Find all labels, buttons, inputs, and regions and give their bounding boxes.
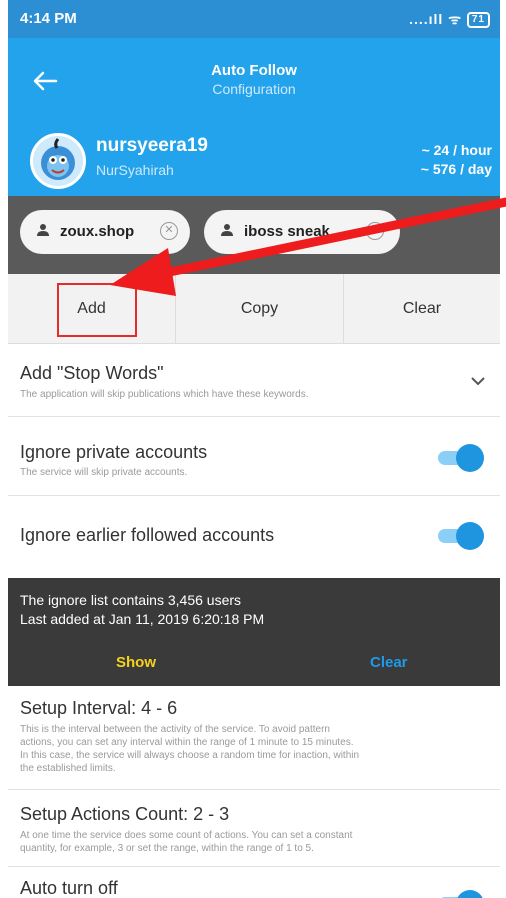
description-line: actions, you can set any interval within…: [20, 737, 354, 748]
show-ignore-list-button[interactable]: Show: [116, 654, 156, 671]
signal-icon: ....ıll: [409, 11, 444, 27]
ignore-earlier-title: Ignore earlier followed accounts: [20, 525, 275, 545]
clear-ignore-list-button[interactable]: Clear: [370, 654, 408, 671]
ignore-earlier-toggle[interactable]: [436, 522, 484, 550]
page-title: Auto Follow: [211, 62, 297, 79]
remove-chip-icon[interactable]: ✕: [366, 222, 384, 240]
ignore-private-title: Ignore private accounts: [20, 442, 208, 462]
chip-iboss-sneak[interactable]: iboss sneak ✕: [204, 210, 400, 254]
person-icon: [221, 224, 233, 236]
description-line: In this case, the service will always ch…: [20, 750, 360, 761]
stop-words-row[interactable]: Add "Stop Words" The application will sk…: [8, 345, 500, 417]
status-time: 4:14 PM: [20, 10, 77, 27]
toggle-knob: [456, 522, 484, 550]
description-line: quantity, for example, 3 or set the rang…: [20, 843, 314, 854]
description-line: This is the interval between the activit…: [20, 724, 330, 735]
chip-label: zoux.shop: [60, 223, 135, 240]
ignore-private-row: Ignore private accounts The service will…: [8, 418, 500, 496]
remove-chip-icon[interactable]: ✕: [160, 222, 178, 240]
ignore-private-toggle[interactable]: [436, 444, 484, 472]
ignore-list-last-added: Last added at Jan 11, 2019 6:20:18 PM: [20, 611, 265, 627]
source-accounts-chips: zoux.shop ✕ iboss sneak ✕: [8, 196, 500, 274]
auto-turn-off-title: Auto turn off: [20, 878, 118, 898]
toggle-knob: [456, 890, 484, 898]
rate-info: ~ 24 / hour ~ 576 / day: [421, 141, 492, 179]
status-icons: ....ıll ᯤ 71: [409, 10, 490, 29]
add-highlight-box: [57, 283, 137, 337]
description-line: At one time the service does some count …: [20, 830, 353, 841]
header-titles: Auto Follow Configuration: [8, 62, 500, 97]
wifi-icon: ᯤ: [448, 11, 467, 27]
rate-per-day: ~ 576 / day: [420, 161, 492, 177]
rate-per-hour: ~ 24 / hour: [421, 142, 492, 158]
page-subtitle: Configuration: [212, 81, 296, 97]
header: Auto Follow Configuration nursyeera19 Nu…: [8, 38, 500, 196]
setup-actions-count-title: Setup Actions Count: 2 - 3: [20, 804, 230, 824]
setup-interval-description: This is the interval between the activit…: [20, 723, 490, 775]
username: nursyeera19: [96, 135, 208, 156]
avatar[interactable]: [30, 133, 86, 189]
auto-turn-off-toggle[interactable]: [436, 890, 484, 898]
ignore-list-panel: The ignore list contains 3,456 users Las…: [8, 578, 500, 686]
app-screen: 4:14 PM ....ıll ᯤ 71 Auto Follow Configu…: [8, 0, 500, 898]
toggle-knob: [456, 444, 484, 472]
setup-actions-count-description: At one time the service does some count …: [20, 829, 490, 855]
clear-button[interactable]: Clear: [344, 274, 500, 344]
setup-actions-count-row[interactable]: Setup Actions Count: 2 - 3 At one time t…: [8, 791, 500, 867]
setup-interval-row[interactable]: Setup Interval: 4 - 6 This is the interv…: [8, 686, 500, 790]
full-name: NurSyahirah: [96, 162, 174, 178]
setup-interval-title: Setup Interval: 4 - 6: [20, 698, 178, 718]
ignore-earlier-row: Ignore earlier followed accounts: [8, 497, 500, 578]
auto-turn-off-row: Auto turn off: [8, 868, 500, 898]
description-line: the established limits.: [20, 763, 116, 774]
ignore-private-subtitle: The service will skip private accounts.: [20, 467, 188, 478]
person-icon: [37, 224, 49, 236]
ignore-list-count: The ignore list contains 3,456 users: [20, 592, 242, 608]
avatar-image: [41, 138, 75, 180]
status-bar: 4:14 PM ....ıll ᯤ 71: [8, 0, 500, 38]
copy-button[interactable]: Copy: [176, 274, 344, 344]
chip-label: iboss sneak: [244, 223, 330, 240]
stop-words-title: Add "Stop Words": [20, 363, 164, 383]
battery-icon: 71: [466, 12, 490, 29]
chevron-down-icon[interactable]: [470, 373, 486, 389]
chip-zoux-shop[interactable]: zoux.shop ✕: [20, 210, 190, 254]
stop-words-subtitle: The application will skip publications w…: [20, 389, 309, 400]
